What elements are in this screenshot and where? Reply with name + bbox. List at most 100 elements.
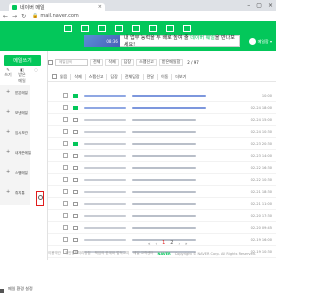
sidebar-item-spam[interactable]: 스팸메일 — [15, 171, 28, 176]
sender-redacted[interactable] — [84, 94, 126, 97]
row-checkbox[interactable] — [63, 177, 68, 182]
action-forward[interactable]: 전달 — [147, 74, 154, 80]
memo-icon[interactable] — [115, 25, 123, 32]
write-mail-button[interactable]: 메일쓰기 — [4, 55, 41, 66]
table-row[interactable]: 02-24 15:00 — [48, 114, 276, 126]
subject-redacted[interactable] — [132, 142, 196, 145]
subject-redacted[interactable] — [132, 166, 196, 169]
row-checkbox[interactable] — [63, 189, 68, 194]
footer-link-help[interactable]: 메일 고객센터 — [133, 251, 153, 256]
action-spam[interactable]: 스팸신고 — [89, 74, 104, 80]
mail-status-icon[interactable] — [73, 153, 78, 158]
mail-status-icon[interactable] — [73, 225, 78, 230]
sender-redacted[interactable] — [84, 154, 126, 157]
sidebar-item-inbox[interactable]: 받은메일 — [15, 91, 28, 96]
row-checkbox[interactable] — [63, 105, 68, 110]
subject-redacted[interactable] — [132, 202, 196, 205]
mail-status-icon[interactable] — [73, 165, 78, 170]
tab-close-icon[interactable]: × — [98, 4, 102, 10]
table-row[interactable]: 02-24 10:30 — [48, 126, 276, 138]
action-reply-all[interactable]: 전체답장 — [125, 74, 140, 80]
row-checkbox[interactable] — [63, 129, 68, 134]
browser-tab[interactable]: 네이버 메일 × — [9, 3, 105, 11]
table-row[interactable]: 02-22 10:30 — [48, 174, 276, 186]
subject-redacted[interactable] — [132, 214, 196, 217]
sidebar-item-drafts[interactable]: 임시보관 — [15, 131, 28, 136]
row-checkbox[interactable] — [63, 93, 68, 98]
row-checkbox[interactable] — [63, 165, 68, 170]
row-checkbox[interactable] — [63, 153, 68, 158]
sidebar-item-trash[interactable]: 휴지통 — [15, 191, 25, 196]
expand-icon[interactable]: + — [6, 169, 10, 175]
quick-more[interactable]: ◌ — [31, 67, 41, 84]
row-checkbox[interactable] — [63, 141, 68, 146]
select-all-checkbox[interactable] — [48, 59, 53, 65]
expand-icon[interactable]: + — [6, 89, 10, 95]
toolbar-reply-button[interactable]: 답장 — [120, 58, 135, 66]
page-current[interactable]: 1 — [162, 240, 165, 246]
mail-search-input[interactable]: 메일검색 — [55, 58, 88, 66]
action-more[interactable]: 더보기 — [175, 74, 186, 80]
expand-icon[interactable]: + — [6, 149, 10, 155]
toolbar-delete-button[interactable]: 삭제 — [105, 58, 119, 66]
back-button[interactable]: ← — [3, 13, 8, 20]
last-page-button[interactable]: » — [185, 241, 187, 246]
subject-redacted[interactable] — [132, 106, 206, 109]
subject-redacted[interactable] — [132, 130, 196, 133]
sidebar-item-to-me[interactable]: 내게쓴메일 — [15, 151, 31, 156]
contacts-icon[interactable] — [98, 25, 106, 32]
table-row[interactable]: 02-23 14:00 — [48, 150, 276, 162]
mail-status-icon[interactable] — [73, 189, 78, 194]
subject-redacted[interactable] — [132, 226, 196, 229]
sender-redacted[interactable] — [84, 130, 126, 133]
folder-filter-select[interactable]: 받은메일함 — [158, 58, 184, 66]
first-page-button[interactable]: « — [148, 241, 150, 246]
mail-status-icon[interactable] — [73, 129, 78, 134]
subject-redacted[interactable] — [132, 94, 206, 97]
footer-link-privacy[interactable]: 개인정보처리방침 — [65, 251, 91, 256]
ad-banner[interactable]: 08:36 내 업무 능력을 두 배로 높여 줄 네이버 웨일을 만나보세요! — [84, 35, 240, 48]
table-row[interactable]: 02-24 18:00 — [48, 102, 276, 114]
calendar-icon[interactable] — [81, 25, 89, 32]
row-checkbox[interactable] — [63, 201, 68, 206]
sender-redacted[interactable] — [84, 142, 126, 145]
minimize-button[interactable]: – — [247, 2, 250, 9]
table-row[interactable]: 02-23 20:30 — [48, 138, 276, 150]
mail-status-icon[interactable] — [73, 201, 78, 206]
subject-redacted[interactable] — [132, 118, 196, 121]
table-row[interactable]: 02-21 18:30 — [48, 186, 276, 198]
reload-button[interactable]: ↻ — [21, 13, 26, 20]
mail-status-icon[interactable] — [73, 105, 78, 110]
toolbar-all-button[interactable]: 전체 — [90, 58, 104, 66]
subject-redacted[interactable] — [132, 190, 196, 193]
prev-page-button[interactable]: ‹ — [155, 241, 157, 246]
sender-redacted[interactable] — [84, 202, 126, 205]
mail-status-icon[interactable] — [73, 213, 78, 218]
mail-settings-link[interactable]: 메일 환경 설정 — [8, 286, 33, 292]
row-checkbox[interactable] — [63, 213, 68, 218]
subject-redacted[interactable] — [132, 154, 196, 157]
select-all-rows-checkbox[interactable] — [52, 74, 57, 79]
url-field[interactable]: 🔒 mail.naver.com — [32, 13, 79, 19]
action-reply[interactable]: 답장 — [110, 74, 117, 80]
mail-icon[interactable] — [64, 25, 72, 32]
subject-redacted[interactable] — [132, 178, 196, 181]
sender-redacted[interactable] — [84, 190, 126, 193]
action-delete[interactable]: 삭제 — [74, 74, 81, 80]
quick-inbox[interactable]: ◧ 받은메일 — [17, 67, 27, 84]
todo-icon[interactable] — [149, 25, 157, 32]
table-row[interactable]: 02-22 16:30 — [48, 162, 276, 174]
table-row[interactable]: 02-21 11:00 — [48, 198, 276, 210]
expand-icon[interactable]: + — [6, 109, 10, 115]
sender-redacted[interactable] — [84, 106, 126, 109]
sender-redacted[interactable] — [84, 178, 126, 181]
drive-icon[interactable] — [132, 25, 140, 32]
quick-write[interactable]: ✎ 쓰기 — [3, 67, 13, 84]
row-checkbox[interactable] — [63, 117, 68, 122]
toolbar-spam-button[interactable]: 스팸신고 — [136, 58, 157, 66]
row-checkbox[interactable] — [63, 237, 68, 242]
mail-status-icon[interactable] — [73, 93, 78, 98]
table-row[interactable]: 10:00 — [48, 90, 276, 102]
mail-status-icon[interactable] — [73, 177, 78, 182]
sender-redacted[interactable] — [84, 214, 126, 217]
